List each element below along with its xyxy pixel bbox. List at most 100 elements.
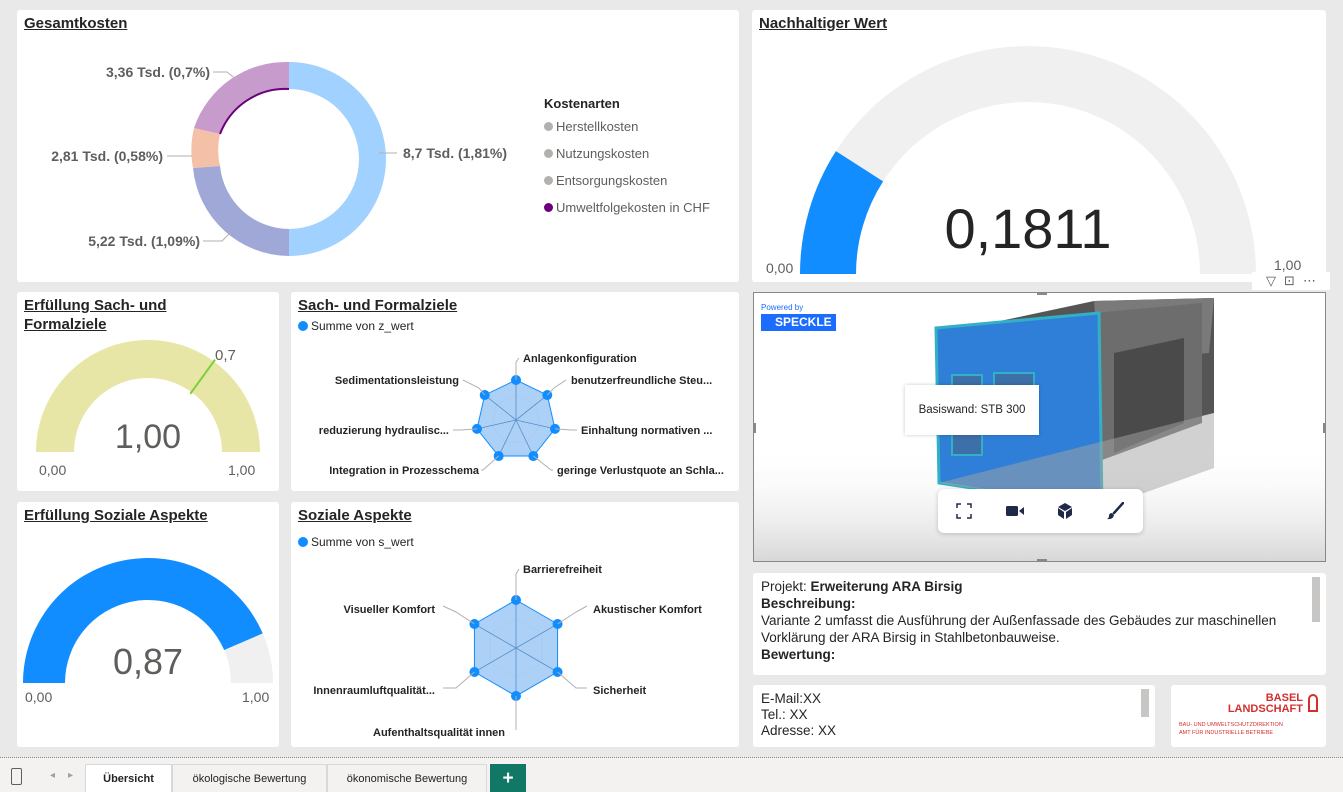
resize-handle[interactable] — [1037, 293, 1047, 295]
filter-icon[interactable]: ▽ — [1266, 273, 1276, 289]
radar-axis-label: Innenraumluftqualität... — [313, 685, 435, 697]
legend-marker — [544, 122, 553, 131]
tel-value: XX — [789, 707, 808, 722]
sozial-radar-chart[interactable]: Barrierefreiheit Akustischer Komfort Siche… — [291, 502, 739, 747]
beschreibung-label: Beschreibung: — [761, 596, 856, 611]
legend-label: Entsorgungskosten — [556, 173, 668, 188]
sach-radar-card[interactable]: Sach- und Formalziele Summe von z_wert A… — [291, 292, 739, 491]
donut-legend: Kostenarten Herstellkosten Nutzungskoste… — [544, 95, 710, 221]
gauge-max: 1,00 — [242, 689, 269, 705]
telefon: Tel.: XX — [761, 707, 1147, 723]
email: E-Mail:XX — [761, 691, 822, 706]
tab-label: ökonomische Bewertung — [346, 773, 468, 785]
gauge-target-label: 0,7 — [215, 347, 236, 364]
logo-sub1: BAU- UND UMWELTSCHUTZDIREKTION — [1179, 722, 1283, 728]
beschreibung-text: Variante 2 umfasst die Ausführung der Au… — [761, 613, 1277, 645]
tab-uebersicht[interactable]: Übersicht — [85, 764, 172, 792]
radar-leader — [557, 671, 587, 689]
scrollbar[interactable] — [1141, 689, 1149, 717]
legend-marker — [544, 176, 553, 185]
legend-label: Herstellkosten — [556, 119, 639, 134]
logo-line2: LANDSCHAFT — [1227, 703, 1303, 715]
tel-label: Tel.: — [761, 707, 790, 722]
radar-axis-label: Akustischer Komfort — [593, 604, 702, 616]
radar-leader — [557, 605, 588, 625]
paint-brush-icon[interactable] — [1103, 499, 1127, 523]
basel-landschaft-logo: BASEL LANDSCHAFT BAU- UND UMWELTSCHUTZDI… — [1171, 685, 1326, 747]
more-options-icon[interactable]: ⋯ — [1303, 273, 1316, 289]
bewertung-label: Bewertung: — [761, 647, 836, 662]
legend-item[interactable]: Nutzungskosten — [544, 140, 710, 167]
viewer-tooltip: Basiswand: STB 300 — [905, 385, 1039, 435]
gauge-max: 1,00 — [1274, 257, 1301, 273]
next-page-icon[interactable]: ▸ — [68, 770, 73, 781]
tab-label: ökologische Bewertung — [192, 773, 307, 785]
logo-sub2: AMT FÜR INDUSTRIELLE BETRIEBE — [1179, 730, 1274, 736]
visual-header: ▽ ⊡ ⋯ — [1252, 272, 1330, 290]
donut-label-entsorgungskosten: 2,81 Tsd. (0,58%) — [51, 148, 163, 164]
radar-axis-label: Aufenthaltsqualität innen — [373, 727, 505, 739]
legend-item[interactable]: Entsorgungskosten — [544, 167, 710, 194]
tab-oekonomische-bewertung[interactable]: ökonomische Bewertung — [327, 764, 487, 792]
legend-label: Umweltfolgekosten in CHF — [556, 200, 710, 215]
legend-marker — [544, 149, 553, 158]
zoom-extents-icon[interactable] — [952, 499, 976, 523]
projekt-name: Erweiterung ARA Birsig — [810, 579, 963, 594]
donut-slice-entsorgungskosten[interactable] — [191, 128, 220, 168]
legend-marker — [544, 203, 553, 212]
speckle-viewer-card[interactable]: Powered by SPECKLE Basiswand: STB 300 — [753, 292, 1326, 562]
legend-label: Nutzungskosten — [556, 146, 650, 161]
scrollbar[interactable] — [1312, 577, 1320, 622]
erfuellung-sozial-card[interactable]: Erfüllung Soziale Aspekte 0,87 0,00 1,00 — [17, 502, 279, 747]
sach-gauge[interactable]: 0,7 1,00 0,00 1,00 — [17, 292, 279, 491]
legend-item[interactable]: Herstellkosten — [544, 113, 710, 140]
radar-point[interactable] — [479, 390, 490, 401]
radar-leader — [481, 455, 499, 471]
sozial-radar-card[interactable]: Soziale Aspekte Summe von s_wert Barrier… — [291, 502, 739, 747]
projekt-label: Projekt: — [761, 579, 811, 594]
legend-title: Kostenarten — [544, 96, 620, 111]
plus-icon: + — [502, 767, 514, 789]
page-navigator: ◂ ▸ Übersicht ökologische Bewertung ökon… — [0, 757, 1343, 792]
gesamtkosten-card[interactable]: Gesamtkosten 3,36 Tsd. (0,7%) 2,81 Tsd. … — [17, 10, 739, 282]
radar-axis-label: Anlagenkonfiguration — [523, 353, 637, 365]
radar-leader — [546, 379, 567, 396]
tab-label: Übersicht — [103, 773, 154, 785]
gauge-min: 0,00 — [39, 462, 66, 478]
donut-label-herstellkosten: 8,7 Tsd. (1,81%) — [403, 145, 507, 161]
radar-axis-label: Integration in Prozesschema — [329, 465, 480, 477]
logo-staff-icon — [1308, 694, 1318, 712]
sozial-gauge[interactable]: 0,87 0,00 1,00 — [17, 502, 279, 747]
viewer-tooltip-text: Basiswand: STB 300 — [918, 404, 1026, 416]
radar-axis-label: reduzierung hydraulisc... — [319, 425, 449, 437]
resize-handle[interactable] — [1037, 559, 1047, 561]
donut-slice-herstellkosten[interactable] — [289, 62, 386, 256]
resize-handle[interactable] — [1323, 423, 1325, 433]
erfuellung-sach-card[interactable]: Erfüllung Sach- und Formalziele 0,7 1,00… — [17, 292, 279, 491]
donut-label-umweltfolgekosten: 3,36 Tsd. (0,7%) — [106, 64, 210, 80]
add-page-button[interactable]: + — [490, 764, 526, 792]
nachhaltig-card[interactable]: Nachhaltiger Wert 0,1811 0,00 1,00 — [752, 10, 1326, 282]
sach-radar-chart[interactable]: Anlagenkonfiguration benutzerfreundliche … — [291, 292, 739, 491]
radar-leader — [442, 605, 475, 625]
radar-axis-label: benutzerfreundliche Steu... — [571, 375, 712, 387]
tab-oekologische-bewertung[interactable]: ökologische Bewertung — [172, 764, 327, 792]
donut-slice-nutzungskosten[interactable] — [193, 166, 289, 256]
radar-leader — [443, 671, 475, 689]
projekt-line: Projekt: Erweiterung ARA Birsig — [761, 578, 1318, 595]
gauge-value: 0,1811 — [944, 197, 1111, 260]
mobile-layout-icon[interactable] — [11, 768, 22, 785]
radar-axis-label: Sedimentationsleistung — [335, 375, 459, 387]
adresse: Adresse: XX — [761, 723, 837, 738]
focus-mode-icon[interactable]: ⊡ — [1284, 273, 1295, 289]
cube-view-icon[interactable] — [1053, 499, 1077, 523]
legend-item[interactable]: Umweltfolgekosten in CHF — [544, 194, 710, 221]
radar-axis-label: Visueller Komfort — [344, 604, 436, 616]
donut-slices[interactable] — [191, 61, 386, 256]
kontakt-card: E-Mail:XX Tel.: XX Adresse: XX — [753, 685, 1155, 747]
prev-page-icon[interactable]: ◂ — [50, 770, 55, 781]
resize-handle[interactable] — [754, 423, 756, 433]
nachhaltig-gauge[interactable]: 0,1811 0,00 1,00 — [752, 10, 1326, 282]
radar-axis-label: Sicherheit — [593, 685, 647, 697]
camera-icon[interactable] — [1003, 499, 1027, 523]
